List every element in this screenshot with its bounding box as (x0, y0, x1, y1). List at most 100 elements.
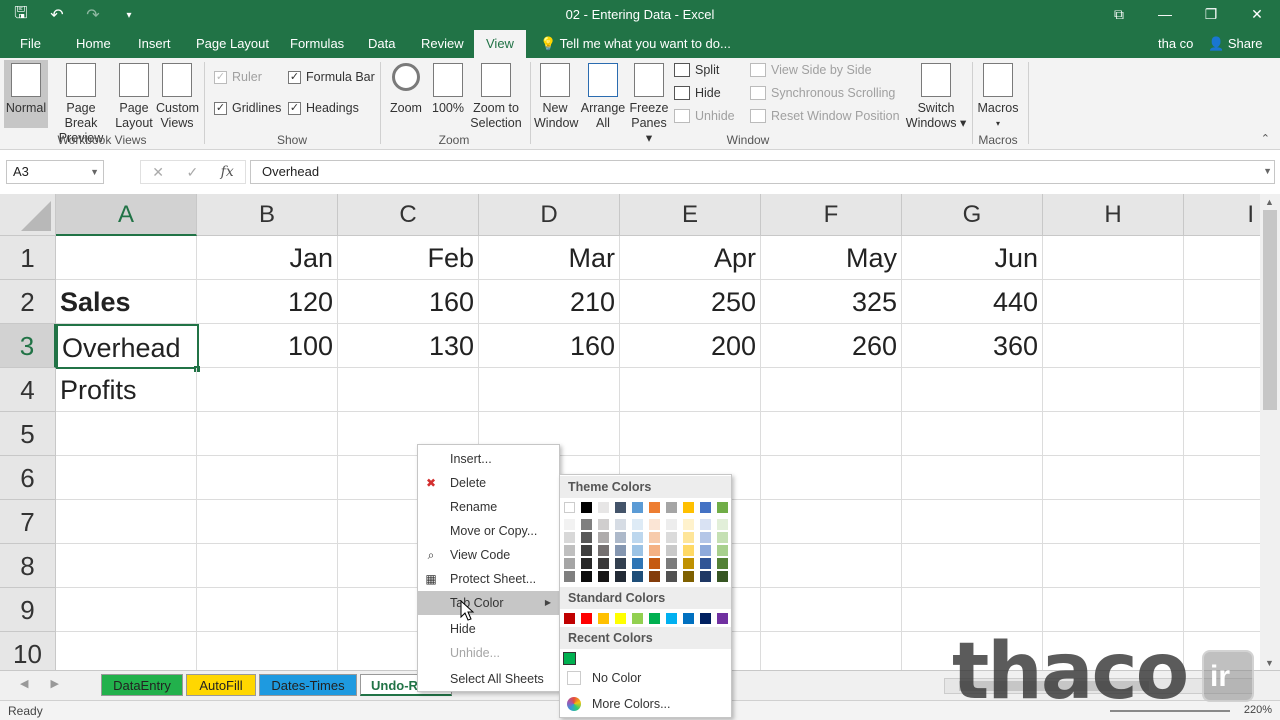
theme-shade-swatch[interactable] (632, 519, 643, 530)
theme-shade-swatch[interactable] (666, 571, 677, 582)
cell-b9[interactable] (197, 588, 338, 632)
theme-shade-swatch[interactable] (717, 571, 728, 582)
theme-shade-swatch[interactable] (615, 558, 626, 569)
sheet-tab-autofill[interactable]: AutoFill (186, 674, 256, 696)
standard-color-swatch[interactable] (615, 613, 626, 624)
cell-a4[interactable]: Profits (56, 368, 197, 412)
cell-i6[interactable] (1184, 456, 1260, 500)
zoom-button[interactable]: Zoom (386, 63, 426, 116)
cell-i8[interactable] (1184, 544, 1260, 588)
headings-checkbox[interactable]: ✓ Headings (288, 101, 359, 115)
arrange-all-button[interactable]: Arrange All (580, 63, 626, 131)
column-header-b[interactable]: B (197, 194, 338, 236)
menu-item-unhide[interactable]: Unhide... (418, 641, 559, 665)
menu-item-insert[interactable]: Insert... (418, 447, 559, 471)
cell-e4[interactable] (620, 368, 761, 412)
standard-color-swatch[interactable] (666, 613, 677, 624)
cell-f1[interactable]: May (761, 236, 902, 280)
cell-f4[interactable] (761, 368, 902, 412)
theme-color-swatch[interactable] (581, 502, 592, 513)
standard-color-swatch[interactable] (700, 613, 711, 624)
split-button[interactable]: Split (674, 63, 719, 77)
cell-b4[interactable] (197, 368, 338, 412)
freeze-panes-button[interactable]: Freeze Panes ▾ (628, 63, 670, 146)
new-window-button[interactable]: New Window (534, 63, 578, 131)
menu-item-move-copy[interactable]: Move or Copy... (418, 519, 559, 543)
user-account[interactable]: tha co (1158, 30, 1193, 58)
theme-shade-swatch[interactable] (717, 545, 728, 556)
row-header-8[interactable]: 8 (0, 544, 56, 588)
column-header-a[interactable]: A (56, 194, 197, 236)
cell-a3[interactable]: Overhead (56, 324, 199, 369)
cell-g8[interactable] (902, 544, 1043, 588)
unhide-button[interactable]: Unhide (674, 109, 735, 123)
cell-h1[interactable] (1043, 236, 1184, 280)
cell-i5[interactable] (1184, 412, 1260, 456)
normal-view-button[interactable]: Normal (4, 60, 48, 128)
cell-g4[interactable] (902, 368, 1043, 412)
theme-shade-swatch[interactable] (581, 519, 592, 530)
theme-shade-swatch[interactable] (700, 545, 711, 556)
theme-shade-swatch[interactable] (615, 545, 626, 556)
theme-color-swatch[interactable] (598, 502, 609, 513)
row-header-2[interactable]: 2 (0, 280, 56, 324)
tab-review[interactable]: Review (409, 30, 476, 58)
theme-shade-swatch[interactable] (615, 532, 626, 543)
cell-a5[interactable] (56, 412, 197, 456)
cell-e2[interactable]: 250 (620, 280, 761, 324)
cell-e3[interactable]: 200 (620, 324, 761, 368)
cell-f2[interactable]: 325 (761, 280, 902, 324)
theme-shade-swatch[interactable] (598, 545, 609, 556)
theme-shade-swatch[interactable] (632, 545, 643, 556)
scroll-up-icon[interactable]: ▲ (1265, 197, 1274, 207)
cell-a9[interactable] (56, 588, 197, 632)
cell-b1[interactable]: Jan (197, 236, 338, 280)
cell-i3[interactable] (1184, 324, 1260, 368)
cell-a1[interactable] (56, 236, 197, 280)
theme-shade-swatch[interactable] (683, 558, 694, 569)
tell-me-search[interactable]: 💡 Tell me what you want to do... (540, 30, 731, 58)
theme-shade-swatch[interactable] (649, 545, 660, 556)
enter-icon[interactable]: ✓ (186, 164, 198, 181)
cell-f7[interactable] (761, 500, 902, 544)
recent-color-swatch[interactable] (563, 652, 576, 665)
standard-color-swatch[interactable] (632, 613, 643, 624)
cell-g7[interactable] (902, 500, 1043, 544)
cell-h7[interactable] (1043, 500, 1184, 544)
theme-shade-swatch[interactable] (598, 558, 609, 569)
column-header-h[interactable]: H (1043, 194, 1184, 236)
theme-shade-swatch[interactable] (564, 571, 575, 582)
cell-b2[interactable]: 120 (197, 280, 338, 324)
cell-c4[interactable] (338, 368, 479, 412)
cell-i7[interactable] (1184, 500, 1260, 544)
page-layout-view-button[interactable]: Page Layout (114, 63, 154, 131)
cell-d1[interactable]: Mar (479, 236, 620, 280)
next-sheet-icon[interactable]: ▶ (50, 677, 58, 690)
formula-bar-checkbox[interactable]: ✓ Formula Bar (288, 70, 375, 84)
cell-f6[interactable] (761, 456, 902, 500)
row-header-1[interactable]: 1 (0, 236, 56, 280)
standard-color-swatch[interactable] (683, 613, 694, 624)
cell-g2[interactable]: 440 (902, 280, 1043, 324)
tab-file[interactable]: File (8, 30, 53, 58)
cell-b10[interactable] (197, 632, 338, 670)
cell-g9[interactable] (902, 588, 1043, 632)
cell-g5[interactable] (902, 412, 1043, 456)
no-color-option[interactable]: No Color (560, 666, 731, 690)
scroll-down-icon[interactable]: ▼ (1265, 658, 1274, 668)
theme-shade-swatch[interactable] (632, 571, 643, 582)
tab-data[interactable]: Data (356, 30, 407, 58)
column-header-i[interactable]: I (1184, 194, 1260, 236)
cell-a10[interactable] (56, 632, 197, 670)
standard-color-swatch[interactable] (598, 613, 609, 624)
row-header-4[interactable]: 4 (0, 368, 56, 412)
previous-sheet-icon[interactable]: ◀ (20, 677, 28, 690)
ruler-checkbox[interactable]: ✓ Ruler (214, 70, 262, 84)
more-colors-option[interactable]: More Colors... (560, 692, 731, 716)
theme-shade-swatch[interactable] (666, 545, 677, 556)
cell-e5[interactable] (620, 412, 761, 456)
ribbon-display-options-button[interactable]: ⧉ (1096, 0, 1142, 28)
theme-color-swatch[interactable] (717, 502, 728, 513)
cell-h3[interactable] (1043, 324, 1184, 368)
tab-view[interactable]: View (474, 30, 526, 58)
